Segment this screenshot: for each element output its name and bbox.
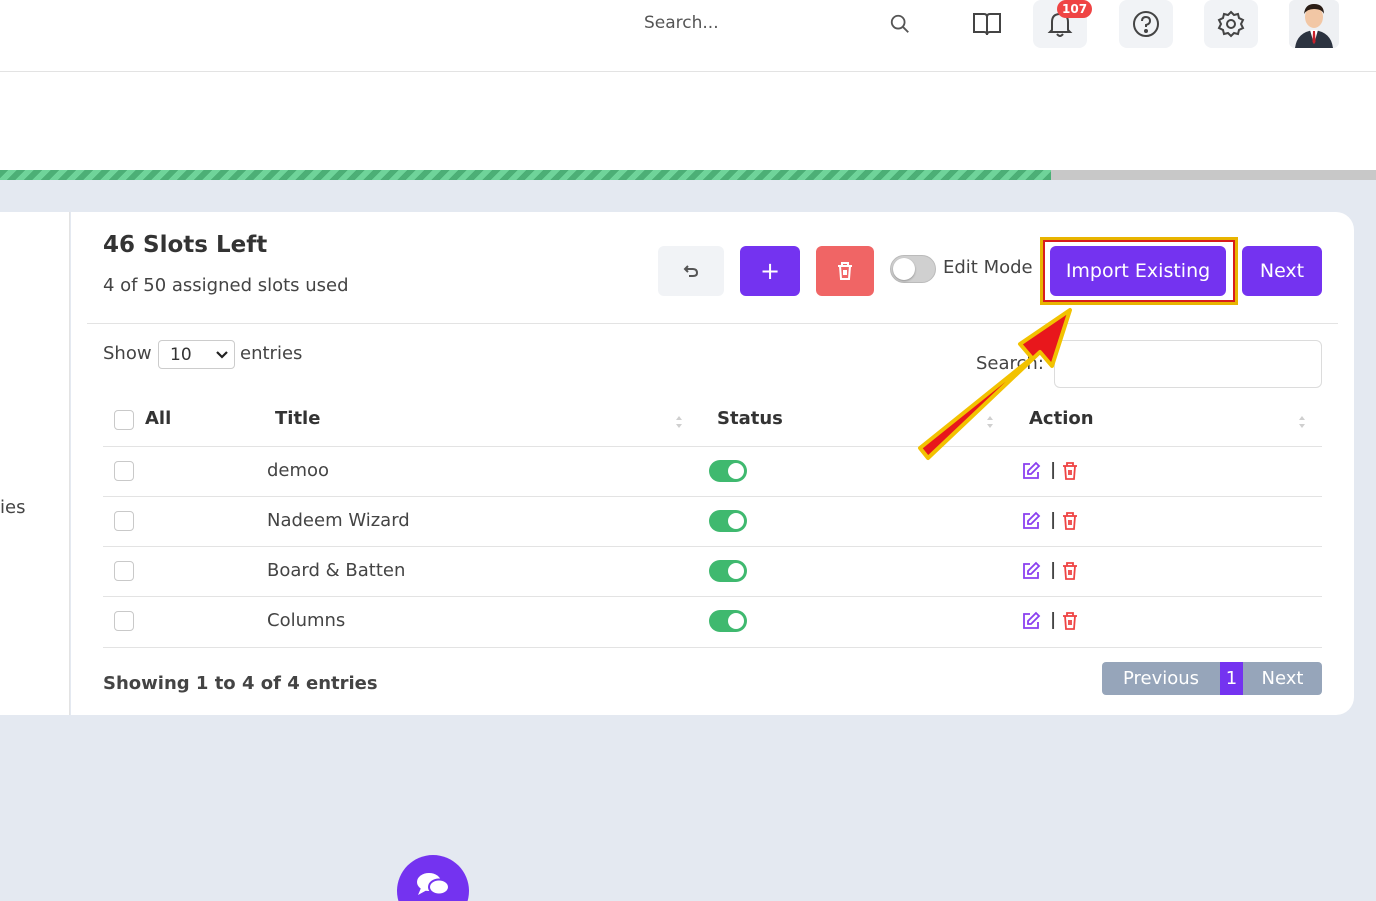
status-toggle[interactable] — [709, 510, 747, 532]
edit-icon[interactable] — [1021, 611, 1041, 631]
undo-button[interactable] — [658, 246, 724, 296]
card-divider — [87, 323, 1338, 324]
page-header-band — [0, 72, 1376, 170]
undo-icon — [683, 265, 699, 277]
status-toggle[interactable] — [709, 560, 747, 582]
pagination-page-1[interactable]: 1 — [1220, 662, 1243, 695]
annotation-arrow-icon — [918, 308, 1072, 460]
row-divider — [103, 496, 1322, 497]
entries-label: entries — [240, 343, 303, 364]
chevron-down-icon — [216, 351, 228, 359]
chat-icon — [417, 873, 450, 896]
row-title: Nadeem Wizard — [267, 510, 410, 531]
trash-icon[interactable] — [1061, 511, 1079, 531]
row-checkbox[interactable] — [114, 461, 134, 481]
gear-icon — [1217, 10, 1245, 38]
sort-icon[interactable] — [675, 415, 683, 429]
book-icon — [973, 13, 1001, 36]
header-all: All — [145, 408, 172, 429]
notification-badge: 107 — [1057, 0, 1093, 18]
pagination: Previous 1 Next — [1102, 662, 1322, 695]
show-label: Show — [103, 343, 152, 364]
trash-icon[interactable] — [1061, 561, 1079, 581]
row-divider — [103, 446, 1322, 447]
select-all-checkbox[interactable] — [114, 410, 134, 430]
header-status[interactable]: Status — [717, 408, 783, 429]
header-title[interactable]: Title — [275, 408, 320, 429]
slots-title: 46 Slots Left — [103, 232, 268, 258]
row-title: Columns — [267, 610, 346, 631]
row-divider — [103, 546, 1322, 547]
row-divider — [103, 596, 1322, 597]
sort-icon[interactable] — [1298, 415, 1306, 429]
trash-icon — [838, 262, 852, 280]
progress-bar — [0, 170, 1376, 180]
delete-selected-button[interactable] — [816, 246, 874, 296]
global-search-input[interactable]: Search... — [644, 13, 719, 33]
status-toggle[interactable] — [709, 610, 747, 632]
help-circle-icon — [1133, 11, 1159, 37]
top-bar: Search... 107 — [0, 0, 1376, 72]
pagination-previous[interactable]: Previous — [1102, 662, 1220, 695]
pagination-next[interactable]: Next — [1243, 662, 1322, 695]
progress-bar-fill — [0, 170, 1052, 180]
add-button[interactable]: + — [740, 246, 800, 296]
user-avatar-icon — [1289, 0, 1339, 48]
next-button[interactable]: Next — [1242, 246, 1322, 296]
help-button[interactable] — [1119, 0, 1173, 48]
row-checkbox[interactable] — [114, 561, 134, 581]
action-separator: | — [1050, 610, 1057, 630]
action-separator: | — [1050, 560, 1057, 580]
entries-select[interactable]: 10 — [158, 340, 235, 369]
row-title: Board & Batten — [267, 560, 406, 581]
row-divider — [103, 647, 1322, 648]
chat-button[interactable] — [397, 855, 469, 901]
slots-usage: 4 of 50 assigned slots used — [103, 275, 349, 296]
edit-icon[interactable] — [1021, 561, 1041, 581]
search-icon[interactable] — [889, 13, 911, 35]
action-separator: | — [1050, 510, 1057, 530]
table-search-input[interactable] — [1054, 340, 1322, 388]
row-title: demoo — [267, 460, 330, 481]
edit-icon[interactable] — [1021, 511, 1041, 531]
status-toggle[interactable] — [709, 460, 747, 482]
trash-icon[interactable] — [1061, 611, 1079, 631]
edit-mode-label: Edit Mode — [943, 257, 1033, 278]
user-avatar[interactable] — [1289, 0, 1339, 48]
showing-entries-text: Showing 1 to 4 of 4 entries — [103, 673, 378, 694]
row-checkbox[interactable] — [114, 611, 134, 631]
row-checkbox[interactable] — [114, 511, 134, 531]
docs-button[interactable] — [960, 0, 1014, 48]
settings-button[interactable] — [1204, 0, 1258, 48]
left-panel — [0, 212, 70, 715]
entries-select-value: 10 — [170, 344, 192, 365]
edit-mode-toggle[interactable] — [890, 255, 936, 283]
left-panel-label[interactable]: ies — [0, 497, 25, 518]
import-existing-button[interactable]: Import Existing — [1050, 246, 1226, 296]
